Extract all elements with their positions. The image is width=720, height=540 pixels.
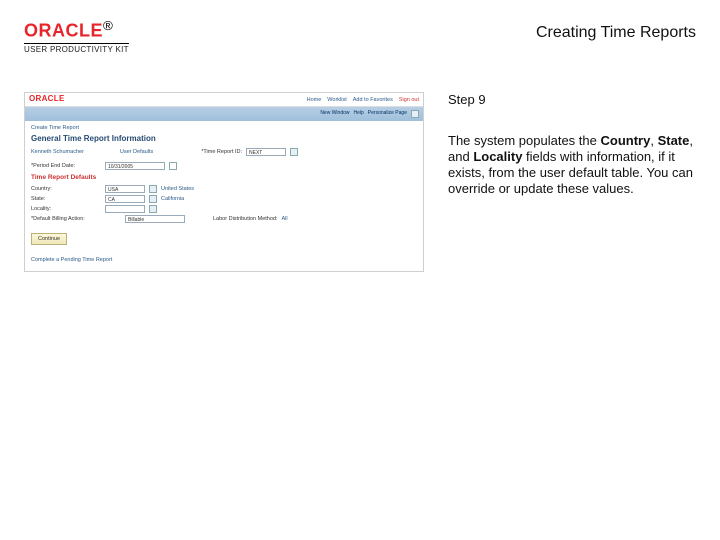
labor-label: Labor Distribution Method: — [213, 216, 278, 222]
personalize-link[interactable]: Personalize Page — [368, 111, 407, 117]
nav-worklist[interactable]: Worklist — [327, 97, 346, 103]
locality-input[interactable] — [105, 205, 145, 213]
period-end-label: *Period End Date: — [31, 163, 101, 169]
app-secondbar: New Window Help Personalize Page — [25, 107, 423, 121]
oracle-logo: ORACLE® — [24, 18, 129, 41]
period-end-input[interactable]: 10/31/2005 — [105, 162, 165, 170]
oracle-logo-text: ORACLE — [24, 20, 103, 40]
bold-state: State — [658, 133, 690, 148]
page-title: Creating Time Reports — [536, 24, 696, 42]
screenshot-panel: ORACLE Home Worklist Add to Favorites Si… — [24, 92, 424, 272]
step-label: Step 9 — [448, 92, 696, 108]
labor-link[interactable]: All — [282, 216, 288, 222]
add-row-icon[interactable] — [290, 148, 298, 156]
app-topbar: ORACLE Home Worklist Add to Favorites Si… — [25, 93, 423, 107]
nav-add-favorites[interactable]: Add to Favorites — [353, 97, 393, 103]
continue-button[interactable]: Continue — [31, 233, 67, 245]
app-nav: Home Worklist Add to Favorites Sign out — [307, 97, 419, 103]
lookup-icon[interactable] — [149, 185, 157, 193]
locality-label: Locality: — [31, 206, 101, 212]
nav-home[interactable]: Home — [307, 97, 322, 103]
lookup-icon[interactable] — [149, 195, 157, 203]
text-pre: The system populates the — [448, 133, 600, 148]
breadcrumb[interactable]: Create Time Report — [31, 125, 417, 131]
state-name: California — [161, 196, 184, 202]
country-input[interactable]: USA — [105, 185, 145, 193]
text-mid1: , — [650, 133, 657, 148]
state-label: State: — [31, 196, 101, 202]
billing-label: *Default Billing Action: — [31, 216, 121, 222]
country-label: Country: — [31, 186, 101, 192]
nav-signout[interactable]: Sign out — [399, 97, 419, 103]
upk-subtitle: USER PRODUCTIVITY KIT — [24, 43, 129, 54]
time-report-id-input[interactable]: NEXT — [246, 148, 286, 156]
help-link[interactable]: Help — [354, 111, 364, 117]
time-report-id-label: *Time Report ID: — [201, 149, 242, 155]
lookup-icon[interactable] — [149, 205, 157, 213]
pending-time-report-link[interactable]: Complete a Pending Time Report — [31, 257, 417, 263]
defaults-section-title: Time Report Defaults — [31, 174, 417, 181]
calendar-icon[interactable] — [169, 162, 177, 170]
section-title: General Time Report Information — [31, 135, 417, 144]
billing-select[interactable]: Billable — [125, 215, 185, 223]
app-logo: ORACLE — [29, 95, 65, 104]
instruction-text: The system populates the Country, State,… — [448, 133, 696, 198]
bold-locality: Locality — [473, 149, 522, 164]
newwindow-link[interactable]: New Window — [320, 111, 349, 117]
user-defaults-link[interactable]: User Defaults — [120, 149, 153, 155]
state-input[interactable]: CA — [105, 195, 145, 203]
instruction-panel: Step 9 The system populates the Country,… — [448, 92, 696, 272]
app-screenshot: ORACLE Home Worklist Add to Favorites Si… — [24, 92, 424, 272]
http-icon[interactable] — [411, 110, 419, 118]
app-body: Create Time Report General Time Report I… — [25, 121, 423, 271]
trademark: ® — [103, 18, 113, 33]
employee-name[interactable]: Kenneth Schumacher — [31, 149, 84, 155]
brand-block: ORACLE® USER PRODUCTIVITY KIT — [24, 18, 129, 54]
bold-country: Country — [600, 133, 650, 148]
country-name: United States — [161, 186, 194, 192]
